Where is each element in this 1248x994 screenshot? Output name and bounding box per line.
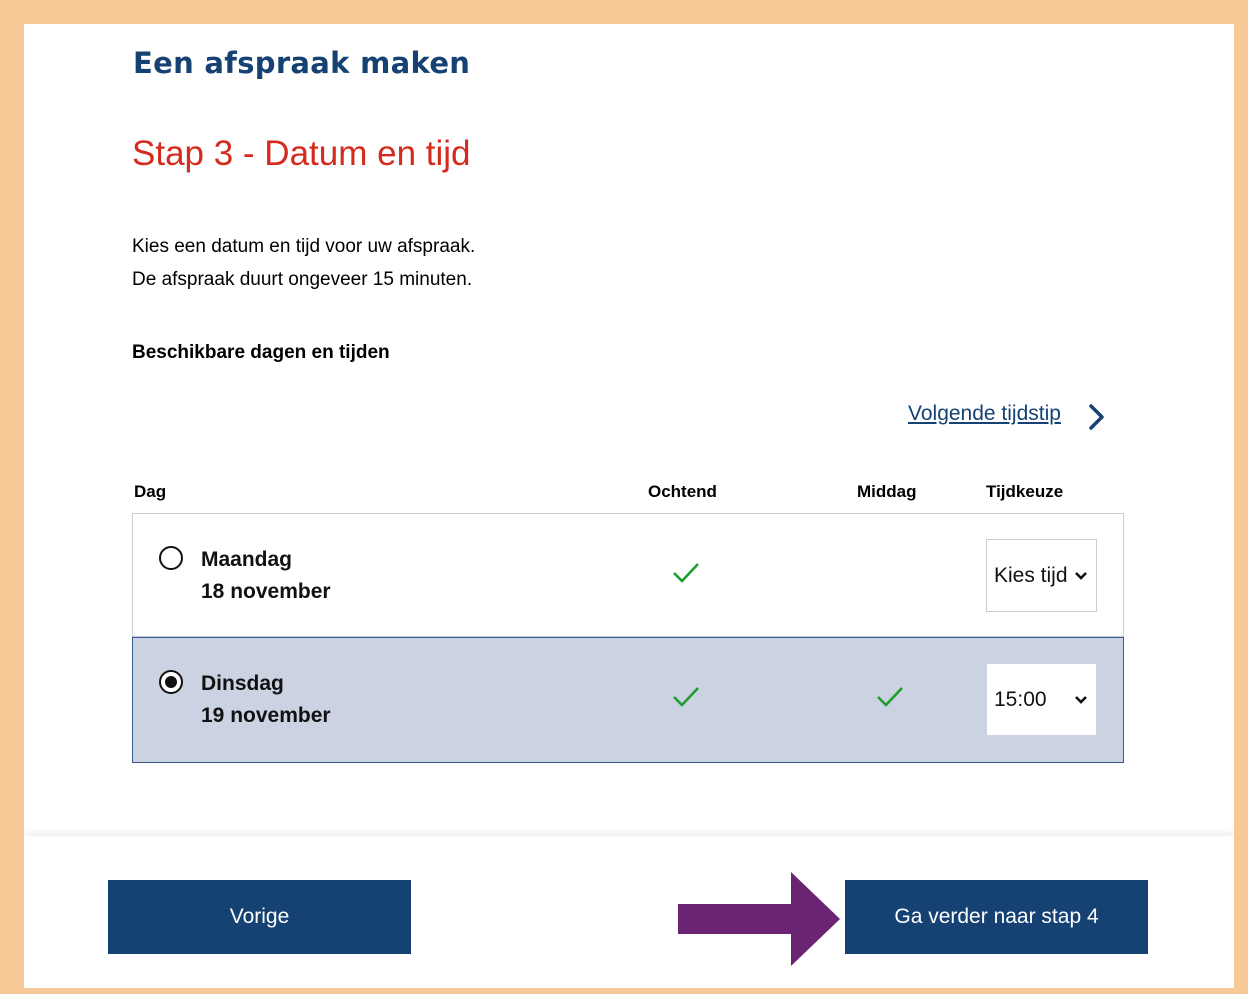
column-header-morning: Ochtend <box>648 482 717 501</box>
day-name: Dinsdag <box>201 672 284 695</box>
chevron-down-icon <box>1075 572 1087 580</box>
column-header-day: Dag <box>134 482 167 501</box>
availability-table: Maandag 18 november Kies tijd Dinsdag 19… <box>132 513 1124 763</box>
column-header-afternoon: Middag <box>857 482 917 501</box>
step-title: Stap 3 - Datum en tijd <box>132 134 471 173</box>
table-row-tuesday[interactable]: Dinsdag 19 november 15:00 <box>132 637 1124 763</box>
table-row-monday[interactable]: Maandag 18 november Kies tijd <box>132 513 1124 637</box>
page-frame: Een afspraak maken Stap 3 - Datum en tij… <box>24 24 1234 988</box>
checkmark-icon <box>877 687 903 707</box>
app-title: Een afspraak maken <box>133 46 471 80</box>
chevron-right-icon[interactable] <box>1084 402 1108 432</box>
intro-line-2: De afspraak duurt ongeveer 15 minuten. <box>132 269 473 290</box>
previous-button[interactable]: Vorige <box>108 880 411 954</box>
day-date: 19 november <box>201 704 331 727</box>
radio-monday[interactable] <box>159 546 183 570</box>
next-time-link[interactable]: Volgende tijdstip <box>908 402 1061 426</box>
radio-dot <box>165 676 177 688</box>
time-select-value: 15:00 <box>994 688 1047 711</box>
arrow-right-icon <box>678 872 840 966</box>
day-name: Maandag <box>201 548 293 571</box>
radio-tuesday[interactable] <box>159 670 183 694</box>
time-select-monday[interactable]: Kies tijd <box>986 539 1097 612</box>
section-title: Beschikbare dagen en tijden <box>132 342 390 363</box>
column-header-time: Tijdkeuze <box>986 482 1064 501</box>
checkmark-icon <box>673 563 699 583</box>
time-select-value: Kies tijd <box>994 564 1068 587</box>
intro-line-1: Kies een datum en tijd voor uw afspraak. <box>132 236 476 257</box>
chevron-down-icon <box>1075 696 1087 704</box>
checkmark-icon <box>673 687 699 707</box>
time-select-tuesday[interactable]: 15:00 <box>986 663 1097 736</box>
day-date: 18 november <box>201 580 331 603</box>
intro-text: Kies een datum en tijd voor uw afspraak.… <box>132 230 475 296</box>
continue-button[interactable]: Ga verder naar stap 4 <box>845 880 1148 954</box>
